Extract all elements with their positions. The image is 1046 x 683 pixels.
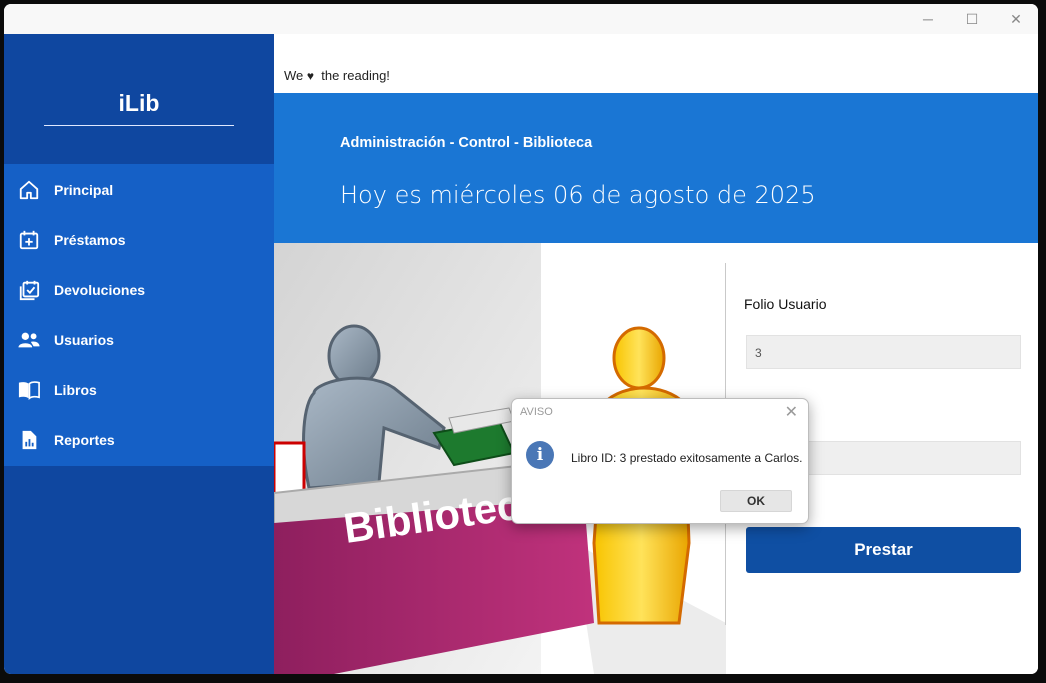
sidebar-item-usuarios[interactable]: Usuarios [4, 315, 274, 365]
dialog-close-button[interactable]: ✕ [785, 402, 798, 422]
users-icon [18, 332, 40, 348]
banner-subtitle: Administración - Control - Biblioteca [340, 135, 593, 151]
ok-button[interactable]: OK [720, 490, 792, 512]
title-bar: ─ ☐ ✕ [4, 4, 1038, 34]
tagline-start: We [284, 68, 304, 83]
sidebar-item-reportes[interactable]: Reportes [4, 415, 274, 465]
folio-input[interactable]: 3 [746, 335, 1021, 369]
sidebar-item-label: Principal [54, 182, 114, 198]
close-window-button[interactable]: ✕ [994, 4, 1038, 34]
sidebar-item-label: Usuarios [54, 332, 114, 348]
sidebar-item-label: Préstamos [54, 232, 126, 248]
calendar-plus-icon [19, 230, 39, 250]
sidebar-item-label: Libros [54, 382, 97, 398]
sidebar-item-label: Reportes [54, 432, 115, 448]
minimize-button[interactable]: ─ [906, 4, 950, 34]
dialog-title: AVISO [520, 406, 553, 418]
main-content: We ♥ the reading! Administración - Contr… [274, 34, 1038, 674]
sidebar: iLib Principal Préstamos Devoluciones Us… [4, 34, 274, 674]
notice-dialog: AVISO ✕ i Libro ID: 3 prestado exitosame… [511, 398, 809, 524]
calendar-check-icon [19, 280, 40, 301]
current-date: Hoy es miércoles 06 de agosto de 2025 [340, 181, 816, 209]
report-icon [22, 430, 37, 450]
dialog-message: Libro ID: 3 prestado exitosamente a Carl… [571, 451, 803, 465]
brand-title: iLib [118, 90, 160, 116]
brand-area: iLib [4, 34, 274, 164]
info-icon: i [526, 441, 554, 469]
sidebar-item-libros[interactable]: Libros [4, 365, 274, 415]
book-open-icon [18, 381, 40, 400]
brand-underline [44, 125, 234, 126]
sidebar-item-label: Devoluciones [54, 282, 146, 298]
maximize-button[interactable]: ☐ [950, 4, 994, 34]
heart-icon: ♥ [306, 69, 315, 83]
sidebar-item-devoluciones[interactable]: Devoluciones [4, 265, 274, 315]
prestar-button[interactable]: Prestar [746, 527, 1021, 573]
sidebar-item-principal[interactable]: Principal [4, 165, 274, 215]
sidebar-item-prestamos[interactable]: Préstamos [4, 215, 274, 265]
home-icon [19, 180, 39, 200]
header-banner: Administración - Control - Biblioteca Ho… [274, 93, 1038, 243]
tagline-end: the reading! [321, 68, 390, 83]
tagline: We ♥ the reading! [284, 68, 390, 83]
app-window: ─ ☐ ✕ iLib Principal Préstamos Devolucio… [4, 4, 1038, 674]
sidebar-menu: Principal Préstamos Devoluciones Usuario… [4, 164, 274, 466]
folio-label: Folio Usuario [744, 296, 827, 312]
